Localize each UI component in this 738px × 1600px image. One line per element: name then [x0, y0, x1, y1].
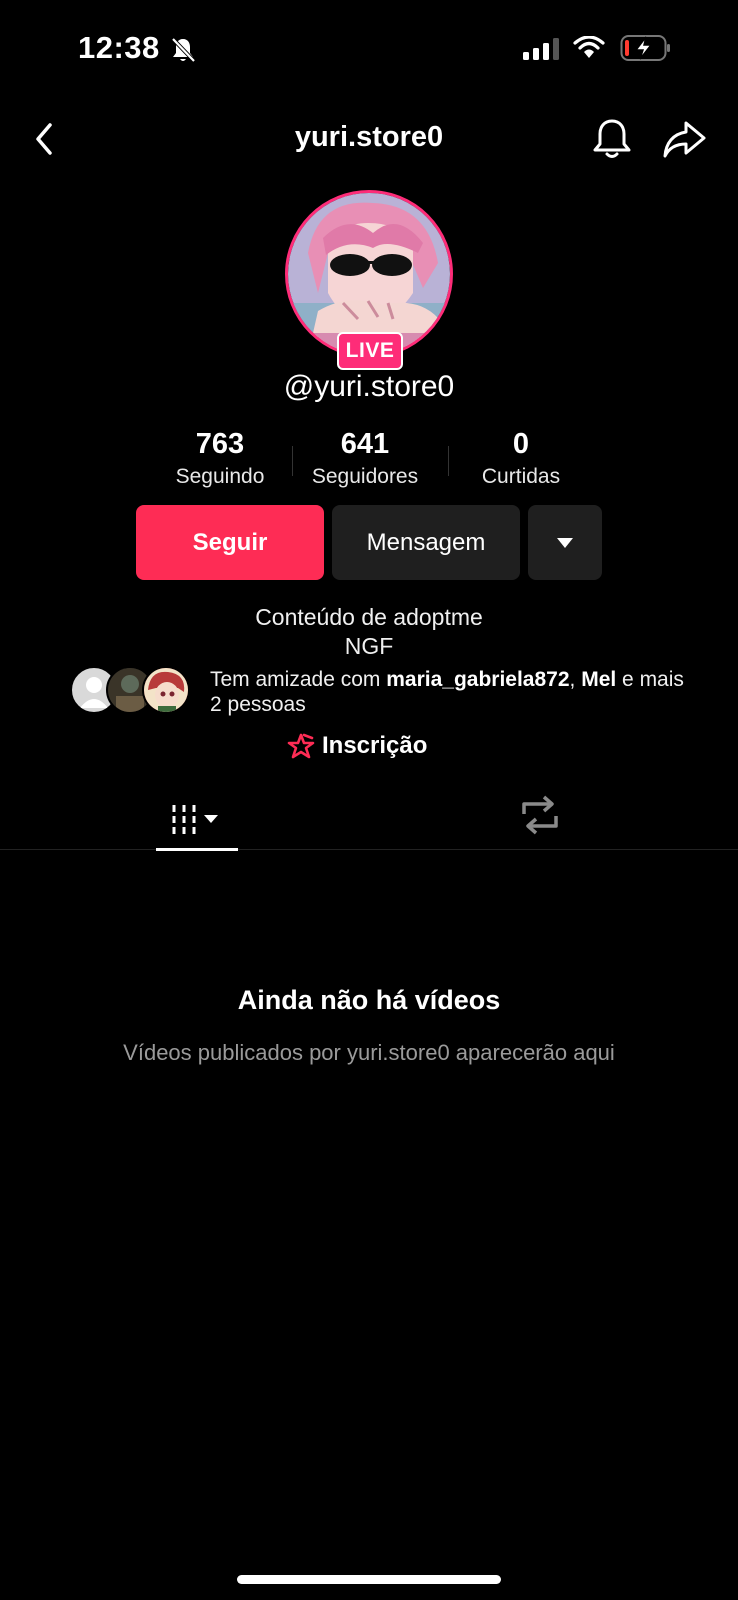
bio-line: NGF	[344, 633, 394, 659]
stat-following[interactable]: 763 Seguindo	[150, 428, 290, 489]
empty-state-title: Ainda não há vídeos	[237, 985, 501, 1015]
stat-divider	[448, 446, 449, 476]
notification-bell-icon[interactable]	[588, 115, 636, 163]
friends-prefix: Tem amizade com	[210, 668, 387, 691]
tab-videos[interactable]	[156, 780, 238, 851]
friend-avatar	[142, 666, 190, 714]
status-time: 12:38	[78, 30, 160, 65]
home-indicator[interactable]	[237, 1575, 501, 1584]
more-options-button[interactable]	[528, 505, 602, 580]
friends-separator: ,	[569, 668, 582, 691]
live-badge[interactable]: LIVE	[337, 332, 403, 370]
stat-following-count: 763	[195, 428, 245, 460]
stat-following-label: Seguindo	[175, 465, 265, 488]
profile-header: yuri.store0	[0, 105, 738, 175]
profile-bio: Conteúdo de adoptme NGF	[0, 603, 738, 661]
stat-likes[interactable]: 0 Curtidas	[451, 428, 591, 489]
videos-grid-icon	[172, 805, 218, 834]
mutual-friends-text: Tem amizade com maria_gabriela872, Mel e…	[210, 667, 690, 717]
friend-name: Mel	[581, 668, 617, 691]
friend-anime-image	[144, 668, 188, 712]
repost-icon[interactable]	[512, 792, 568, 838]
bio-line: Conteúdo de adoptme	[255, 604, 483, 630]
subscription-star-icon	[287, 733, 315, 759]
profile-stats: 763 Seguindo 641 Seguidores 0 Curtidas	[150, 428, 580, 488]
active-tab-indicator	[156, 848, 238, 851]
follow-button[interactable]: Seguir	[136, 505, 324, 580]
dropdown-caret-icon	[557, 538, 573, 548]
stat-likes-label: Curtidas	[481, 465, 561, 488]
status-bar: 12:38	[0, 0, 738, 100]
stat-likes-count: 0	[512, 428, 530, 460]
stat-followers-count: 641	[340, 428, 390, 460]
message-button[interactable]: Mensagem	[332, 505, 520, 580]
friend-name: maria_gabriela872	[386, 668, 570, 691]
bell-muted-icon	[171, 37, 196, 63]
stat-followers-label: Seguidores	[311, 465, 419, 488]
stat-divider	[292, 446, 293, 476]
subscription-label: Inscrição	[322, 732, 428, 759]
cellular-signal-icon	[523, 38, 559, 60]
empty-state-subtitle: Vídeos publicados por yuri.store0 aparec…	[123, 1040, 615, 1065]
content-tabs	[0, 780, 738, 851]
profile-handle: @yuri.store0	[283, 370, 455, 403]
battery-charging-icon	[620, 35, 670, 61]
stat-followers[interactable]: 641 Seguidores	[295, 428, 435, 489]
mutual-friends[interactable]: Tem amizade com maria_gabriela872, Mel e…	[70, 664, 690, 720]
share-arrow-icon[interactable]	[660, 115, 708, 163]
avatar-anime-image	[288, 193, 450, 355]
wifi-icon	[573, 36, 605, 58]
